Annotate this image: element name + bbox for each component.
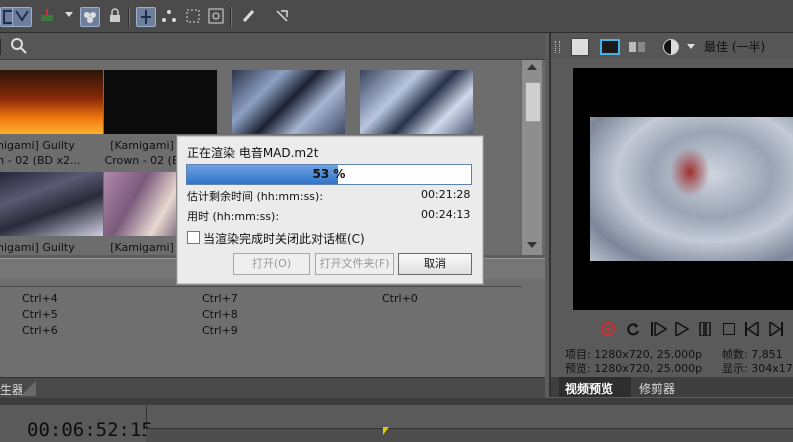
media-thumbnail[interactable]: [0, 172, 103, 236]
shortcut-label: Ctrl+8: [202, 308, 238, 321]
timecode-display: 00:06:52:15: [27, 419, 153, 441]
play-from-start-icon[interactable]: [651, 320, 668, 338]
shortcut-label: Ctrl+4: [22, 292, 58, 305]
preview-quality-select[interactable]: 最佳 (一半): [704, 38, 765, 55]
lock-icon[interactable]: [106, 7, 124, 25]
stop-icon[interactable]: [723, 323, 735, 335]
project-info: 项目: 1280x720, 25.000p: [565, 348, 703, 361]
loop-icon[interactable]: [625, 321, 641, 337]
previous-frame-icon[interactable]: [745, 320, 759, 338]
timeline-splitter[interactable]: [0, 398, 793, 405]
tab-generator[interactable]: 生器: [0, 381, 24, 398]
timeline-ruler[interactable]: [146, 428, 793, 442]
preview-resolution-info: 预览: 1280x720, 25.000p: [565, 362, 703, 375]
elapsed-time-label: 用时 (hh:mm:ss):: [187, 210, 280, 223]
group-icon[interactable]: [80, 7, 100, 27]
display-info: 显示: 304x17: [722, 362, 793, 375]
preview-figure: [670, 147, 710, 197]
media-caption: [Kamigami] Guilty: [0, 241, 75, 254]
media-toolbar: [0, 33, 545, 60]
close-on-complete-checkbox[interactable]: [187, 231, 200, 244]
edit-tool-icon[interactable]: [136, 7, 156, 27]
envelope-tool-icon[interactable]: [12, 7, 32, 27]
preview-frame-image: [590, 117, 793, 261]
preview-settings-icon[interactable]: [571, 38, 589, 56]
tab-separator: [22, 380, 36, 396]
render-progress-text: 53 %: [312, 167, 346, 181]
scroll-down-icon[interactable]: [527, 242, 537, 248]
shortcut-label: Ctrl+6: [22, 324, 58, 337]
snap-tool-icon[interactable]: [273, 7, 291, 25]
media-thumbnail[interactable]: [0, 70, 103, 134]
shortcut-label: Ctrl+5: [22, 308, 58, 321]
playhead-marker[interactable]: [383, 427, 389, 435]
external-monitor-icon[interactable]: [600, 39, 620, 55]
pause-icon[interactable]: [699, 321, 711, 337]
left-tab-bar: 生器: [0, 377, 545, 398]
close-on-complete-label[interactable]: 当渲染完成时关闭此对话框(C): [203, 230, 365, 247]
frames-info: 帧数: 7,851: [722, 348, 783, 361]
curve-tool-icon[interactable]: [160, 7, 178, 25]
dropdown-arrow-icon[interactable]: [65, 12, 73, 17]
next-frame-icon[interactable]: [769, 320, 783, 338]
selection-rect-icon[interactable]: [184, 7, 202, 25]
media-thumbnail[interactable]: [232, 70, 345, 134]
right-tab-bar: 视频预览 修剪器: [551, 377, 793, 397]
tab-label: 视频预览: [565, 382, 614, 396]
media-thumbnail[interactable]: [360, 70, 473, 134]
drag-handle[interactable]: [555, 41, 560, 53]
chevron-down-icon[interactable]: [687, 44, 695, 49]
toolbar-separator: [0, 39, 1, 55]
tab-video-preview[interactable]: 视频预览: [559, 377, 631, 397]
search-icon[interactable]: [10, 37, 28, 55]
media-thumbnail[interactable]: [104, 70, 217, 134]
render-status-title: 正在渲染 电音MAD.m2t: [187, 146, 319, 160]
shortcut-label: Ctrl+0: [382, 292, 418, 305]
record-icon[interactable]: [601, 322, 615, 336]
split-screen-icon[interactable]: [629, 41, 645, 52]
cancel-button[interactable]: 取消: [398, 253, 472, 275]
paint-brush-icon[interactable]: [240, 7, 258, 25]
main-toolbar: [0, 0, 793, 33]
keyboard-shortcut-area: [0, 279, 545, 377]
overlays-icon[interactable]: [663, 39, 679, 55]
transport-controls: [573, 318, 793, 342]
divider: [0, 286, 522, 287]
media-caption: [Kamigami] GuiltyCrown - 02 (BD x2...: [0, 139, 81, 167]
toolbar-separator: [128, 7, 130, 27]
play-icon[interactable]: [675, 320, 690, 338]
elapsed-time-value: 00:24:13: [421, 208, 471, 221]
scrollbar-thumb[interactable]: [525, 82, 541, 122]
shortcut-label: Ctrl+7: [202, 292, 238, 305]
tab-trimmer[interactable]: 修剪器: [639, 380, 675, 397]
open-folder-button[interactable]: 打开文件夹(F): [315, 253, 394, 275]
remaining-time-label: 估计剩余时间 (hh:mm:ss):: [187, 190, 324, 203]
shortcut-label: Ctrl+9: [202, 324, 238, 337]
toolbar-separator: [230, 7, 232, 27]
scroll-up-icon[interactable]: [527, 64, 537, 70]
split-tool-icon[interactable]: [38, 7, 56, 25]
remaining-time-value: 00:21:28: [421, 188, 471, 201]
open-button[interactable]: 打开(O): [233, 253, 310, 275]
zoom-tool-icon[interactable]: [207, 7, 225, 25]
preview-toolbar: 最佳 (一半): [551, 33, 793, 59]
preview-info: 项目: 1280x720, 25.000p 帧数: 7,851 预览: 1280…: [565, 348, 793, 378]
